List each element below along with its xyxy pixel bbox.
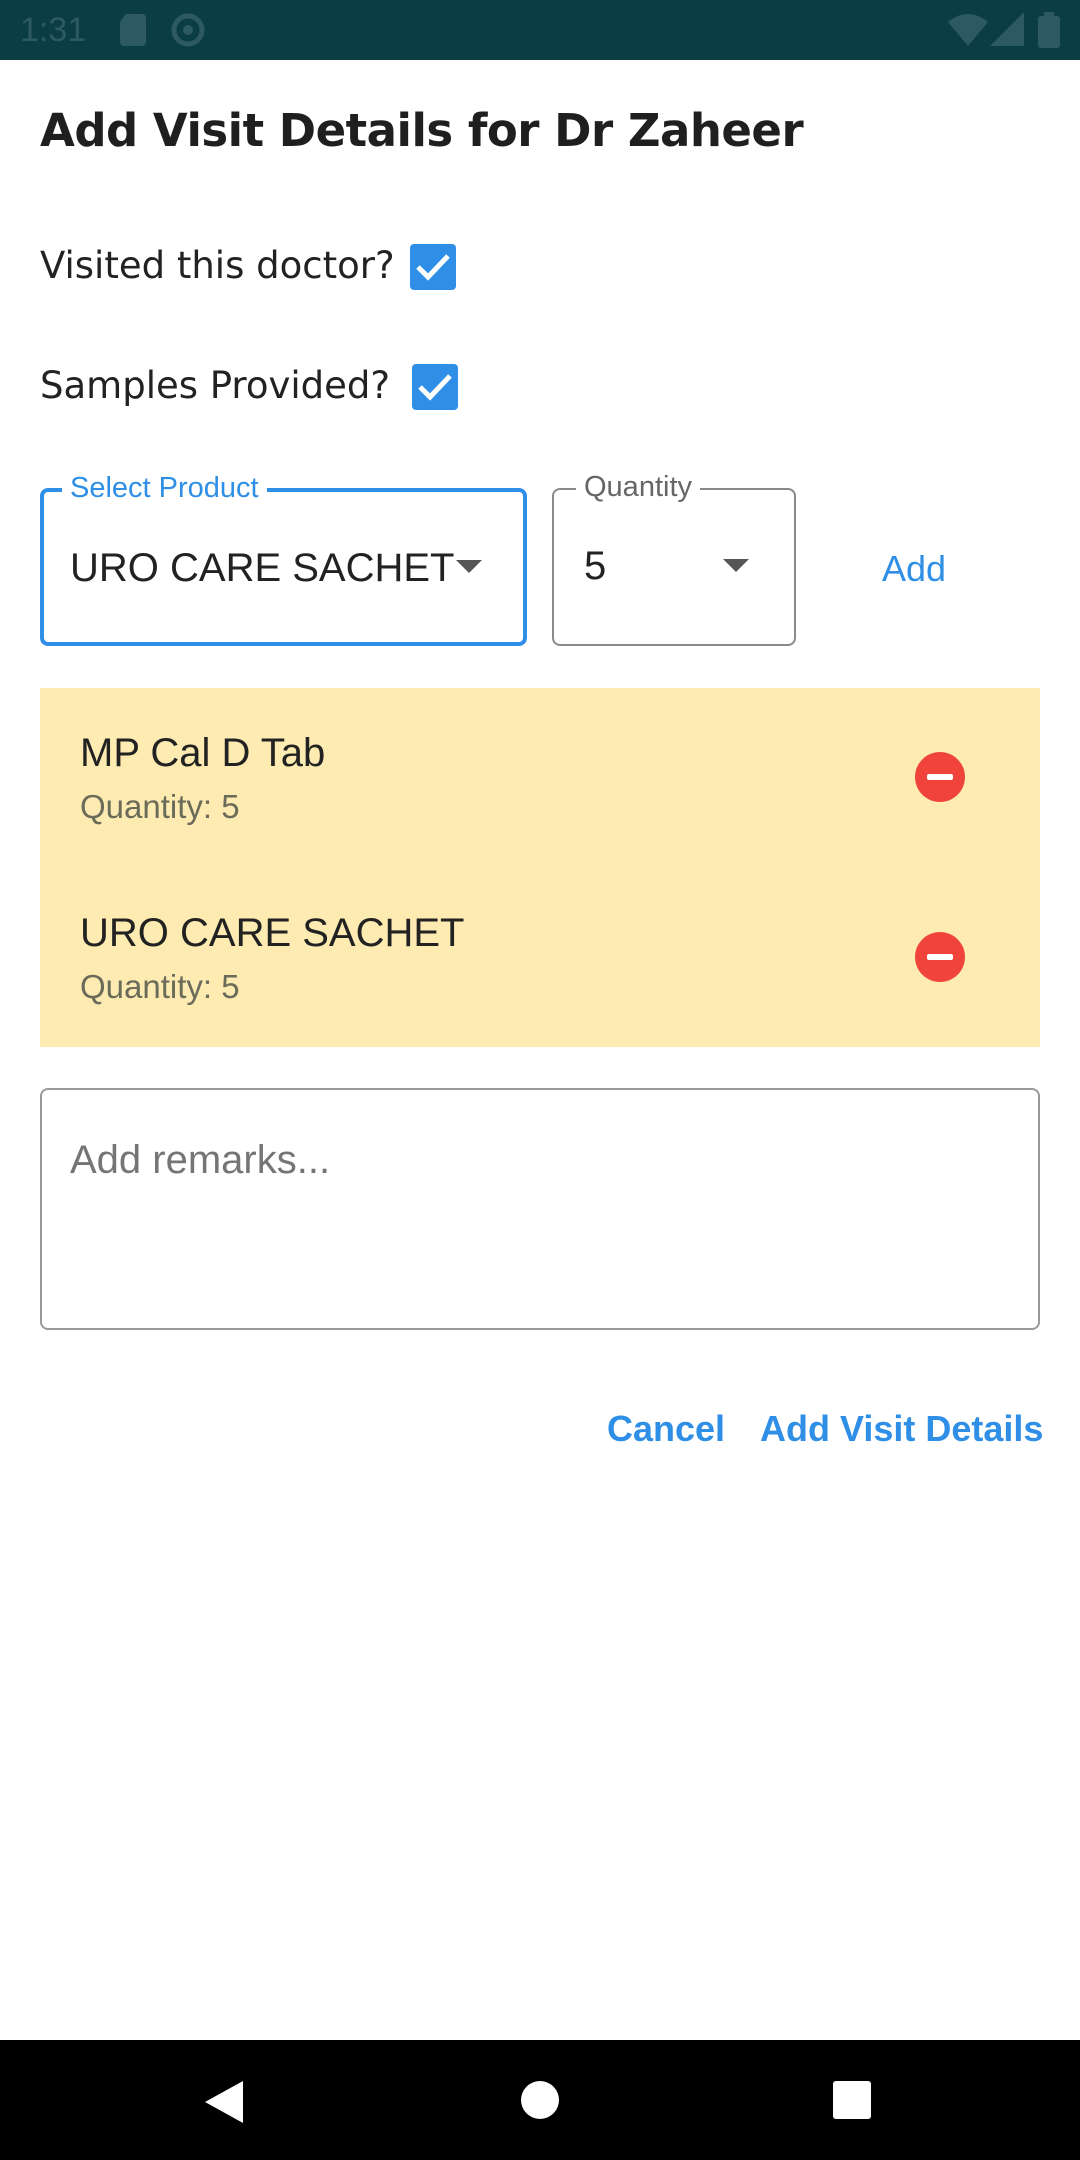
item-name: MP Cal D Tab [80,731,326,775]
back-icon[interactable] [205,2081,243,2123]
status-time: 1:31 [20,11,87,49]
samples-checkbox[interactable] [412,364,458,410]
navigation-bar [0,2040,1080,2160]
dialog-title: Add Visit Details for Dr Zaheer [40,104,804,157]
item-quantity: Quantity: 5 [80,788,240,825]
item-name: URO CARE SACHET [80,911,465,955]
visited-row: Visited this doctor? [40,244,500,304]
product-select[interactable]: Select Product URO CARE SACHET [40,470,527,646]
remarks-placeholder: Add remarks... [70,1138,331,1182]
battery-icon [1038,12,1060,48]
signal-icon [990,12,1024,46]
quantity-select[interactable]: Quantity 5 [552,469,796,646]
remove-icon[interactable] [915,752,965,802]
list-item: URO CARE SACHET Quantity: 5 [40,868,1040,1048]
visited-label: Visited this doctor? [40,244,395,287]
quantity-select-label: Quantity [576,469,700,505]
chevron-down-icon [723,559,749,572]
status-bar: 1:31 [0,0,1080,60]
home-icon[interactable] [521,2081,559,2119]
remarks-input[interactable]: Add remarks... [40,1088,1040,1330]
sync-icon [171,13,205,47]
check-icon [418,374,452,401]
add-visit-details-button[interactable]: Add Visit Details [760,1408,1043,1450]
product-select-label: Select Product [62,470,267,506]
quantity-select-value: 5 [584,544,607,588]
add-product-button[interactable]: Add [882,548,946,590]
samples-row: Samples Provided? [40,364,500,424]
remove-icon[interactable] [915,932,965,982]
check-icon [416,254,450,281]
wifi-icon [948,14,988,46]
item-quantity: Quantity: 5 [80,968,240,1005]
cancel-button[interactable]: Cancel [607,1408,725,1450]
recent-apps-icon[interactable] [833,2081,871,2119]
chevron-down-icon [456,560,482,573]
visited-checkbox[interactable] [410,244,456,290]
product-list: MP Cal D Tab Quantity: 5 URO CARE SACHET… [40,688,1040,1047]
list-item: MP Cal D Tab Quantity: 5 [40,688,1040,868]
sd-card-icon [120,14,146,46]
samples-label: Samples Provided? [40,364,391,407]
product-select-value: URO CARE SACHET [70,546,455,590]
